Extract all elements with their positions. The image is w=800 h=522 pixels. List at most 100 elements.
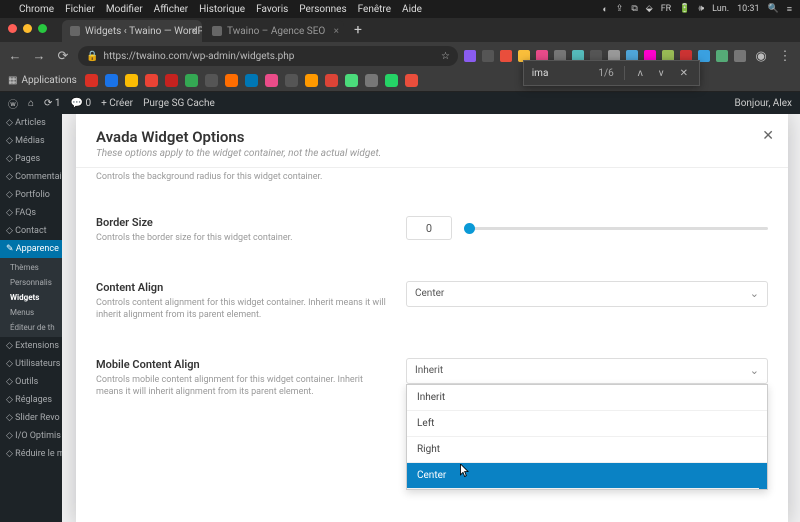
sidebar-item[interactable]: ◇ FAQs xyxy=(0,204,62,222)
bookmark-icon[interactable] xyxy=(385,74,398,87)
star-icon[interactable]: ☆ xyxy=(441,51,450,62)
profile-icon[interactable]: ◉ xyxy=(752,49,770,64)
find-close-button[interactable]: ✕ xyxy=(677,68,691,79)
bookmark-icon[interactable] xyxy=(165,74,178,87)
slider-thumb[interactable] xyxy=(464,223,475,234)
close-modal-button[interactable]: ✕ xyxy=(762,128,774,144)
extension-icon[interactable] xyxy=(482,50,494,62)
bookmark-icon[interactable] xyxy=(405,74,418,87)
sidebar-item[interactable]: ◇ Portfolio xyxy=(0,186,62,204)
field-desc: Controls content alignment for this widg… xyxy=(96,297,386,322)
sidebar-subitem[interactable]: Menus xyxy=(0,305,62,320)
extension-icon[interactable] xyxy=(500,50,512,62)
site-link[interactable]: ⌂ xyxy=(28,98,34,109)
comments-icon[interactable]: 💬 0 xyxy=(71,98,92,109)
apps-shortcut[interactable]: ▦ Applications xyxy=(8,75,77,86)
menu-item[interactable]: Modifier xyxy=(106,4,143,15)
dropdown-option[interactable]: Left xyxy=(407,411,767,437)
address-bar[interactable]: 🔒 https://twaino.com/wp-admin/widgets.ph… xyxy=(78,46,458,66)
lang-indicator[interactable]: FR xyxy=(661,4,672,14)
sidebar-item[interactable]: ◇ Réglages xyxy=(0,391,62,409)
sidebar-item[interactable]: ◇ Extensions xyxy=(0,337,62,355)
bookmark-icon[interactable] xyxy=(325,74,338,87)
sidebar-subitem[interactable]: Éditeur de th xyxy=(0,320,62,335)
close-tab-icon[interactable]: × xyxy=(334,26,339,37)
purge-cache-button[interactable]: Purge SG Cache xyxy=(143,98,215,109)
mobile-align-select[interactable]: Inherit xyxy=(406,358,768,384)
find-next-button[interactable]: v xyxy=(656,68,667,79)
sidebar-item[interactable]: ◇ Pages xyxy=(0,150,62,168)
sidebar-item[interactable]: ◇ Outils xyxy=(0,373,62,391)
bookmark-icon[interactable] xyxy=(145,74,158,87)
menu-item[interactable]: Aide xyxy=(402,4,422,15)
window-controls[interactable] xyxy=(8,24,47,33)
bookmark-icon[interactable] xyxy=(105,74,118,87)
status-icon: ◐ xyxy=(602,4,607,15)
new-button[interactable]: + Créer xyxy=(101,98,133,109)
menu-item[interactable]: Afficher xyxy=(154,4,189,15)
updates-icon[interactable]: ⟳ 1 xyxy=(44,98,60,109)
menu-item[interactable]: Favoris xyxy=(256,4,288,15)
sidebar-item[interactable]: ◇ Contact xyxy=(0,222,62,240)
spotlight-icon[interactable]: 🔍 xyxy=(768,4,779,14)
bookmark-icon[interactable] xyxy=(85,74,98,87)
menu-item[interactable]: Fichier xyxy=(65,4,95,15)
border-size-slider[interactable] xyxy=(464,227,768,230)
minimize-window-icon[interactable] xyxy=(23,24,32,33)
sidebar-subitem[interactable]: Widgets xyxy=(0,290,62,305)
apps-icon: ▦ xyxy=(8,75,17,86)
field-desc: Controls the border size for this widget… xyxy=(96,232,386,245)
greeting[interactable]: Bonjour, Alex xyxy=(734,98,792,109)
extension-icon[interactable] xyxy=(464,50,476,62)
menu-item[interactable]: Fenêtre xyxy=(358,4,391,15)
bookmark-icon[interactable] xyxy=(245,74,258,87)
menu-item[interactable]: Personnes xyxy=(299,4,346,15)
wifi-icon[interactable]: ⬙ xyxy=(646,4,653,14)
find-query[interactable]: ima xyxy=(532,68,549,79)
sidebar-subitem[interactable]: Thèmes xyxy=(0,260,62,275)
sidebar-item[interactable]: ◇ I/O Optimis xyxy=(0,427,62,445)
close-window-icon[interactable] xyxy=(8,24,17,33)
dropdown-option[interactable]: Right xyxy=(407,437,767,463)
bookmark-icon[interactable] xyxy=(205,74,218,87)
tab-title: Widgets ‹ Twaino — WordPres xyxy=(85,26,202,37)
sidebar-item[interactable]: ◇ Médias xyxy=(0,132,62,150)
find-in-page-bar[interactable]: ima 1/6 ʌ v ✕ xyxy=(523,60,700,86)
browser-tab[interactable]: Widgets ‹ Twaino — WordPres × xyxy=(62,20,202,42)
sidebar-item[interactable]: ◇ Réduire le m xyxy=(0,445,62,463)
sidebar-item-appearance[interactable]: ✎ Apparence xyxy=(0,240,62,258)
menu-icon[interactable]: ⋮ xyxy=(776,49,794,64)
wp-logo-icon[interactable]: ⓦ xyxy=(8,96,18,111)
bookmark-icon[interactable] xyxy=(265,74,278,87)
extension-icon[interactable] xyxy=(734,50,746,62)
content-area: Avada Widget Options These options apply… xyxy=(62,114,800,522)
dropdown-option[interactable]: Inherit xyxy=(407,385,767,411)
bookmark-icon[interactable] xyxy=(225,74,238,87)
bookmark-icon[interactable] xyxy=(185,74,198,87)
sidebar-subitem[interactable]: Personnalis xyxy=(0,275,62,290)
scrollbar-thumb[interactable] xyxy=(759,469,767,489)
bookmark-icon[interactable] xyxy=(125,74,138,87)
new-tab-button[interactable]: + xyxy=(346,22,370,38)
bookmark-icon[interactable] xyxy=(305,74,318,87)
find-prev-button[interactable]: ʌ xyxy=(635,68,646,79)
bookmark-icon[interactable] xyxy=(345,74,358,87)
sidebar-item[interactable]: ◇ Articles xyxy=(0,114,62,132)
browser-tab[interactable]: Twaino – Agence SEO × xyxy=(204,20,344,42)
sidebar-item[interactable]: ◇ Utilisateurs xyxy=(0,355,62,373)
forward-button[interactable]: → xyxy=(30,48,48,64)
menu-app[interactable]: Chrome xyxy=(19,4,54,15)
content-align-select[interactable]: Center xyxy=(406,281,768,307)
close-tab-icon[interactable]: × xyxy=(192,26,197,37)
zoom-window-icon[interactable] xyxy=(38,24,47,33)
sidebar-item[interactable]: ◇ Slider Revo xyxy=(0,409,62,427)
sidebar-item[interactable]: ◇ Commentai xyxy=(0,168,62,186)
extension-icon[interactable] xyxy=(716,50,728,62)
reload-button[interactable]: ⟳ xyxy=(54,49,72,64)
border-size-input[interactable] xyxy=(406,216,452,240)
bookmark-icon[interactable] xyxy=(285,74,298,87)
bookmark-icon[interactable] xyxy=(365,74,378,87)
back-button[interactable]: ← xyxy=(6,48,24,64)
menu-item[interactable]: Historique xyxy=(199,4,245,15)
notification-icon[interactable]: ≡ xyxy=(787,4,792,15)
